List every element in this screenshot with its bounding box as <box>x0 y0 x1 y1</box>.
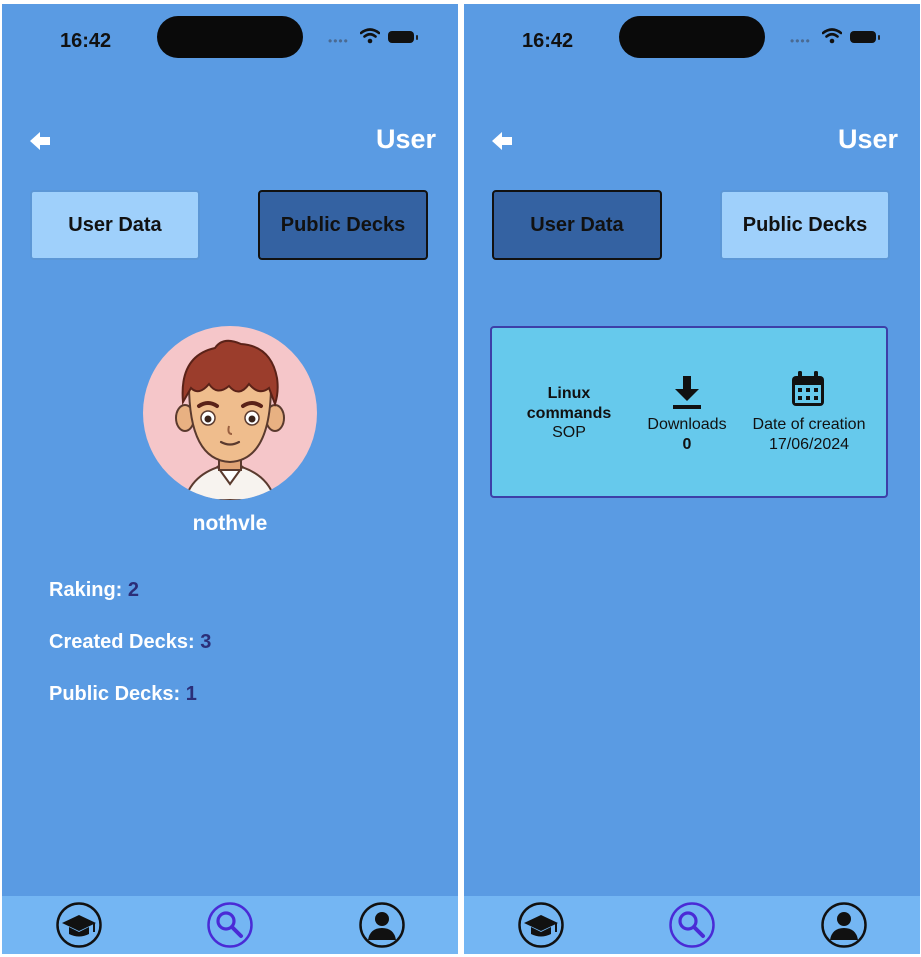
battery-icon <box>388 31 418 43</box>
stat-label: Created Decks: <box>49 631 195 653</box>
user-data-button[interactable]: User Data <box>30 190 200 260</box>
stat-created-decks: Created Decks: 3 <box>49 631 211 654</box>
stat-value: 1 <box>185 683 197 705</box>
page-title: User <box>375 124 436 154</box>
profile-icon[interactable] <box>359 902 405 948</box>
download-icon <box>673 376 701 409</box>
signal-icon: •••• <box>790 34 811 48</box>
deck-language: SOP <box>552 424 586 441</box>
deck-name-line: commands <box>526 405 612 422</box>
signal-icon: •••• <box>328 34 349 48</box>
search-icon[interactable] <box>207 902 253 948</box>
stat-label: Public Decks: <box>49 683 181 705</box>
wifi-icon <box>822 28 842 44</box>
battery-icon <box>850 31 880 43</box>
deck-name: Linux commands <box>504 384 634 424</box>
stat-ranking: Raking: 2 <box>49 579 139 602</box>
profile-icon[interactable] <box>821 902 867 948</box>
stat-public-decks: Public Decks: 1 <box>49 683 197 706</box>
avatar-illustration <box>175 339 285 500</box>
username: nothvle <box>192 512 268 535</box>
graduation-cap-icon[interactable] <box>518 902 564 948</box>
wifi-icon <box>360 28 380 44</box>
creation-date-label: Date of creation <box>752 416 866 433</box>
status-time: 16:42 <box>522 30 574 52</box>
downloads-label: Downloads <box>647 416 727 433</box>
downloads-count: 0 <box>682 436 692 453</box>
page-title: User <box>837 124 898 154</box>
public-decks-button[interactable]: Public Decks <box>258 190 428 260</box>
search-icon[interactable] <box>669 902 715 948</box>
stat-value: 3 <box>200 631 212 653</box>
back-arrow-icon[interactable] <box>490 130 514 152</box>
public-decks-screen: 16:42 •••• User User Data Public Decks L… <box>464 4 920 954</box>
deck-card[interactable]: Linux commands SOP Downloads 0 Date of c… <box>490 326 888 498</box>
back-arrow-icon[interactable] <box>28 130 52 152</box>
public-decks-button[interactable]: Public Decks <box>720 190 890 260</box>
tab-bar <box>464 896 920 954</box>
stat-label: Raking: <box>49 579 123 601</box>
user-data-screen: 16:42 •••• User User Data Public Decks n… <box>2 4 458 954</box>
creation-date: 17/06/2024 <box>768 436 850 453</box>
user-data-button[interactable]: User Data <box>492 190 662 260</box>
status-time: 16:42 <box>60 30 112 52</box>
dynamic-island <box>157 16 303 58</box>
tab-bar <box>2 896 458 954</box>
deck-name-line: Linux <box>547 385 591 402</box>
dynamic-island <box>619 16 765 58</box>
graduation-cap-icon[interactable] <box>56 902 102 948</box>
stat-value: 2 <box>127 579 140 601</box>
calendar-icon <box>792 371 824 406</box>
avatar <box>143 326 317 500</box>
